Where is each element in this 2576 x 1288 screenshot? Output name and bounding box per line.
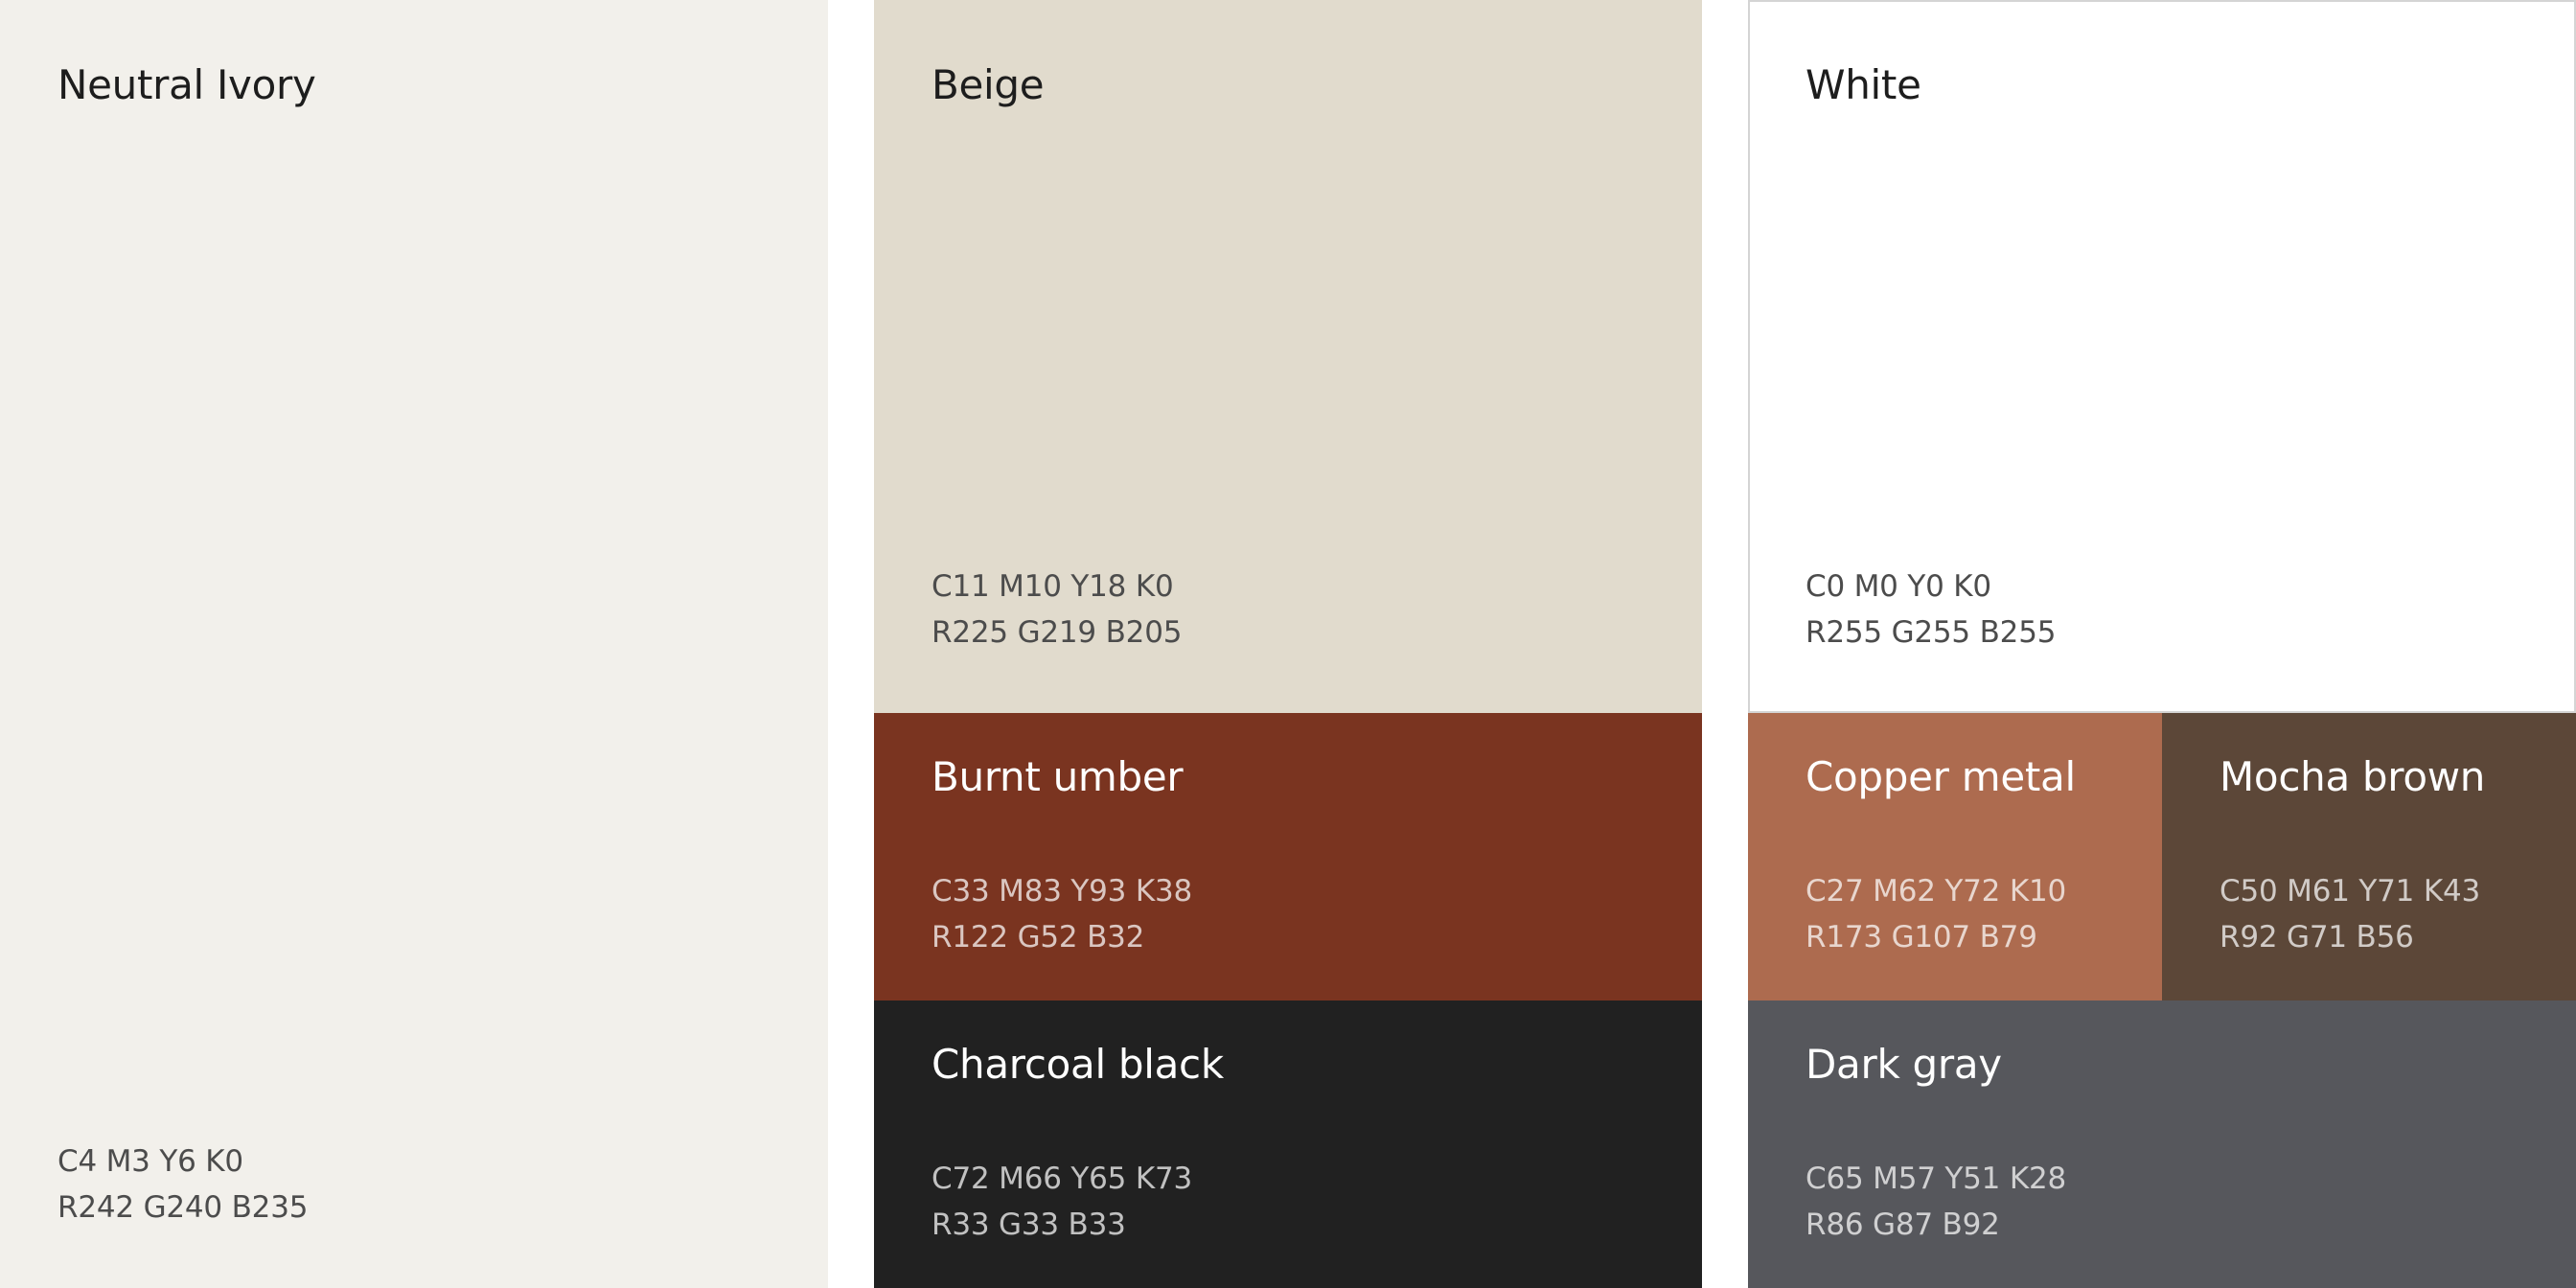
- swatch-codes: C72 M66 Y65 K73 R33 G33 B33: [932, 1156, 1192, 1248]
- swatch-mocha-brown: Mocha brown C50 M61 Y71 K43 R92 G71 B56: [2162, 713, 2576, 1000]
- swatch-name: Neutral Ivory: [58, 61, 316, 108]
- swatch-codes: C4 M3 Y6 K0 R242 G240 B235: [58, 1138, 308, 1230]
- rgb-value: R92 G71 B56: [2220, 920, 2414, 954]
- swatch-codes: C65 M57 Y51 K28 R86 G87 B92: [1806, 1156, 2066, 1248]
- swatch-burnt-umber: Burnt umber C33 M83 Y93 K38 R122 G52 B32: [874, 713, 1702, 1000]
- swatch-name: Beige: [932, 61, 1045, 108]
- swatch-name: White: [1806, 61, 1921, 108]
- cmyk-value: C50 M61 Y71 K43: [2220, 874, 2481, 908]
- swatch-dark-gray: Dark gray C65 M57 Y51 K28 R86 G87 B92: [1748, 1000, 2576, 1288]
- rgb-value: R122 G52 B32: [932, 920, 1145, 954]
- cmyk-value: C11 M10 Y18 K0: [932, 569, 1174, 604]
- cmyk-value: C65 M57 Y51 K28: [1806, 1162, 2067, 1196]
- swatch-beige: Beige C11 M10 Y18 K0 R225 G219 B205: [874, 0, 1702, 713]
- cmyk-value: C33 M83 Y93 K38: [932, 874, 1193, 908]
- rgb-value: R255 G255 B255: [1806, 615, 2057, 650]
- rgb-value: R173 G107 B79: [1806, 920, 2037, 954]
- cmyk-value: C72 M66 Y65 K73: [932, 1162, 1193, 1196]
- cmyk-value: C27 M62 Y72 K10: [1806, 874, 2067, 908]
- swatch-codes: C50 M61 Y71 K43 R92 G71 B56: [2220, 868, 2480, 960]
- rgb-value: R242 G240 B235: [58, 1190, 309, 1225]
- swatch-name: Charcoal black: [932, 1041, 1224, 1088]
- swatch-charcoal-black: Charcoal black C72 M66 Y65 K73 R33 G33 B…: [874, 1000, 1702, 1288]
- swatch-name: Burnt umber: [932, 753, 1184, 800]
- swatch-name: Mocha brown: [2220, 753, 2486, 800]
- rgb-value: R33 G33 B33: [932, 1208, 1126, 1242]
- swatch-codes: C33 M83 Y93 K38 R122 G52 B32: [932, 868, 1192, 960]
- rgb-value: R86 G87 B92: [1806, 1208, 2000, 1242]
- swatch-codes: C11 M10 Y18 K0 R225 G219 B205: [932, 564, 1182, 656]
- rgb-value: R225 G219 B205: [932, 615, 1183, 650]
- swatch-copper-metal: Copper metal C27 M62 Y72 K10 R173 G107 B…: [1748, 713, 2162, 1000]
- cmyk-value: C0 M0 Y0 K0: [1806, 569, 1991, 604]
- swatch-codes: C27 M62 Y72 K10 R173 G107 B79: [1806, 868, 2066, 960]
- swatch-name: Dark gray: [1806, 1041, 2002, 1088]
- swatch-codes: C0 M0 Y0 K0 R255 G255 B255: [1806, 564, 2056, 656]
- swatch-white: White C0 M0 Y0 K0 R255 G255 B255: [1748, 0, 2576, 713]
- swatch-neutral-ivory: Neutral Ivory C4 M3 Y6 K0 R242 G240 B235: [0, 0, 828, 1288]
- cmyk-value: C4 M3 Y6 K0: [58, 1144, 243, 1179]
- swatch-name: Copper metal: [1806, 753, 2076, 800]
